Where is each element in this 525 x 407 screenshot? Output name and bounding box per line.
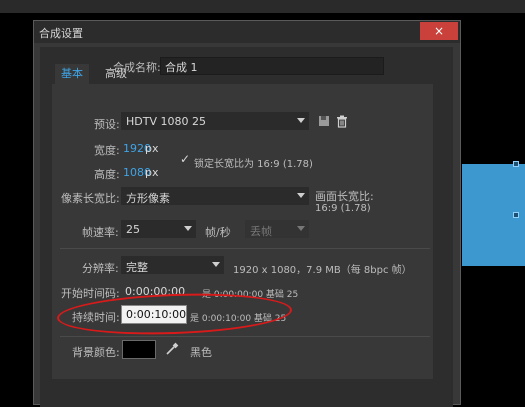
chevron-down-icon [297, 193, 305, 198]
bg-color-swatch[interactable] [122, 340, 156, 359]
width-unit: px [145, 142, 159, 155]
resolution-value: 完整 [126, 261, 148, 274]
dialog-title: 合成设置 [39, 27, 83, 40]
preset-label: 预设: [94, 118, 120, 131]
chevron-down-icon [212, 262, 220, 267]
chevron-down-icon [297, 118, 305, 123]
bg-color-name: 黑色 [190, 346, 212, 359]
eyedropper-icon[interactable] [165, 342, 179, 359]
dialog-titlebar: 合成设置 × [34, 21, 460, 43]
frame-rate-unit: 帧/秒 [205, 226, 231, 239]
section-divider [60, 336, 430, 337]
pixel-aspect-dropdown[interactable]: 方形像素 [121, 187, 309, 205]
tab-bar: 基本 高级 [19, 64, 413, 84]
lock-aspect-checkbox[interactable]: ✓ [180, 152, 190, 166]
bg-color-label: 背景颜色: [72, 346, 120, 359]
close-button[interactable]: × [420, 22, 458, 40]
frame-rate-dropdown[interactable]: 25 [121, 220, 196, 238]
trash-icon[interactable] [336, 115, 348, 131]
pixel-aspect-label: 像素长宽比: [61, 192, 120, 205]
height-unit: px [145, 166, 159, 179]
composition-preview [462, 161, 525, 266]
close-icon: × [433, 24, 445, 38]
tab-advanced-label: 高级 [105, 67, 127, 80]
chevron-down-icon [297, 226, 305, 231]
width-label: 宽度: [94, 144, 120, 157]
preset-dropdown[interactable]: HDTV 1080 25 [121, 112, 309, 130]
resolution-dropdown[interactable]: 完整 [121, 256, 224, 274]
app-top-bar [0, 0, 525, 13]
resolution-label: 分辨率: [82, 262, 119, 275]
frame-aspect-label: 画面长宽比: [315, 190, 374, 203]
transform-handle[interactable] [513, 161, 519, 167]
drop-frame-dropdown[interactable]: 丢帧 [245, 220, 309, 238]
resolution-info: 1920 x 1080，7.9 MB（每 8bpc 帧） [233, 265, 412, 276]
tab-basic-label: 基本 [61, 67, 83, 80]
tab-basic[interactable]: 基本 [55, 64, 89, 84]
preset-value: HDTV 1080 25 [126, 115, 206, 128]
lock-aspect-label: 锁定长宽比为 16:9 (1.78) [194, 159, 313, 170]
section-divider [60, 248, 430, 249]
chevron-down-icon [184, 226, 192, 231]
tab-advanced[interactable]: 高级 [99, 64, 133, 84]
frame-aspect-value: 16:9 (1.78) [315, 203, 371, 214]
pixel-aspect-value: 方形像素 [126, 192, 170, 205]
transform-handle[interactable] [513, 212, 519, 218]
height-label: 高度: [94, 168, 120, 181]
save-icon[interactable] [318, 115, 330, 130]
drop-frame-value: 丢帧 [250, 225, 272, 238]
frame-rate-value: 25 [126, 223, 140, 236]
frame-rate-label: 帧速率: [82, 226, 119, 239]
